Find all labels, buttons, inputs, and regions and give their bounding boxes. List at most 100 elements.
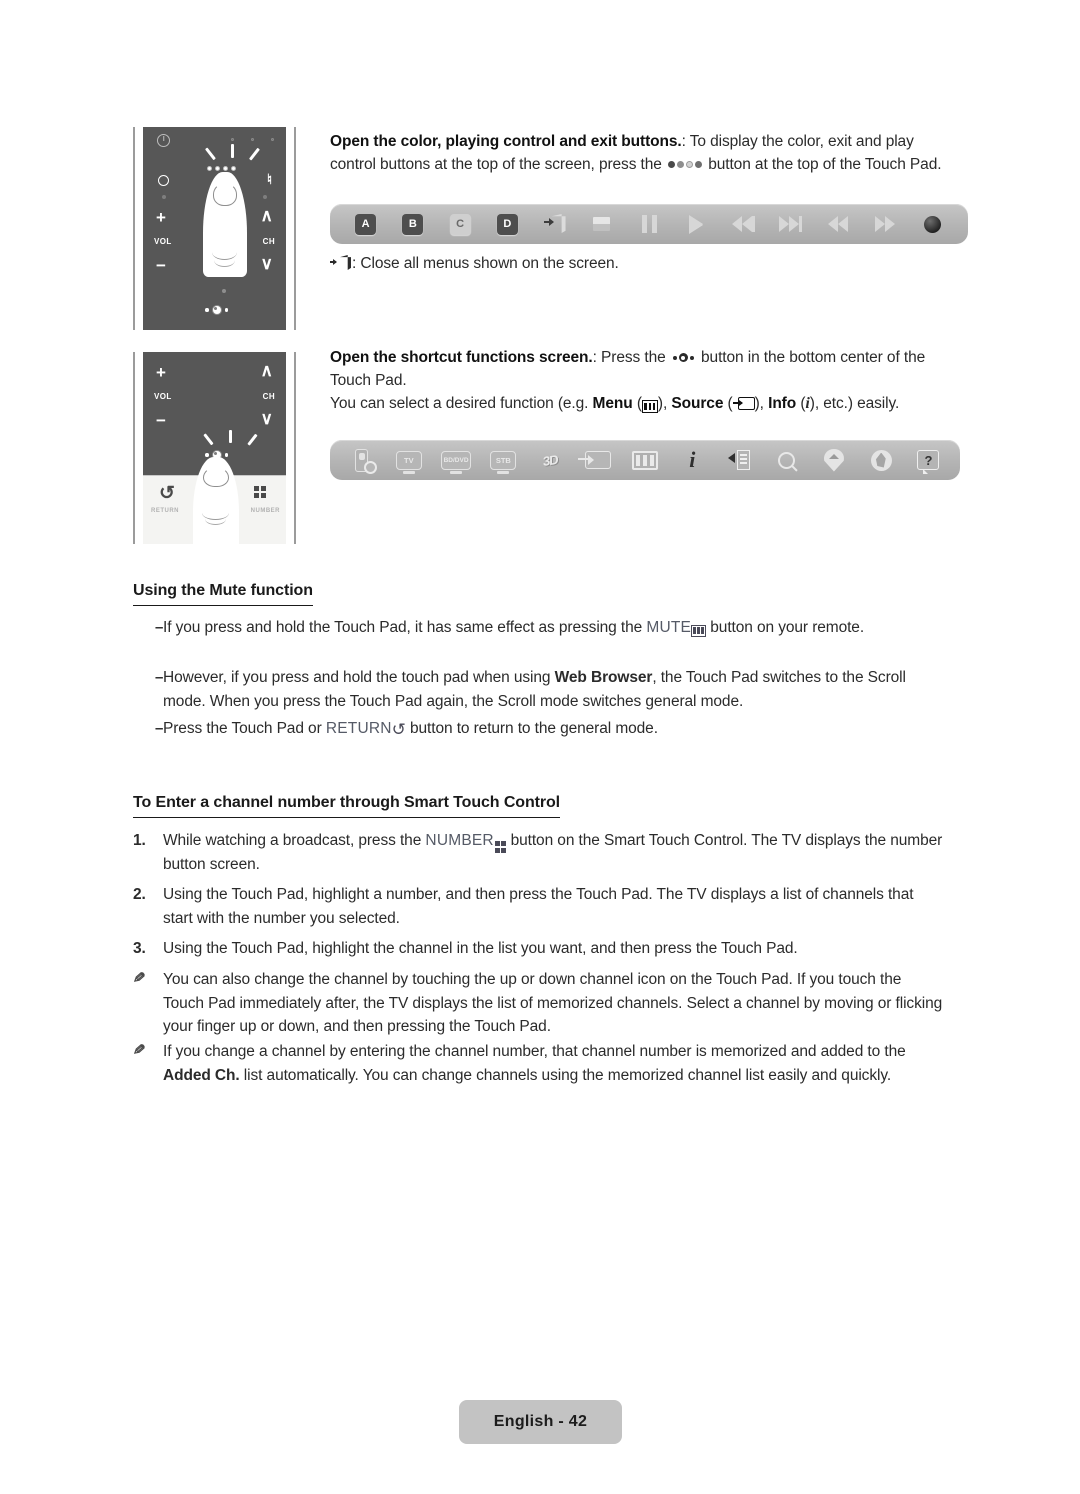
figure-remote-touchpad-top: ♮ + VOL − ∧ CH ∨ <box>133 127 296 330</box>
list-item: – If you press and hold the Touch Pad, i… <box>133 616 944 640</box>
apps-icon[interactable] <box>858 446 905 474</box>
list-item-body: However, if you press and hold the touch… <box>163 666 944 713</box>
tv-source-icon[interactable]: TV <box>385 446 432 474</box>
list-marker: 2. <box>133 886 146 903</box>
number-icon <box>494 841 507 853</box>
tools-dot <box>263 195 267 199</box>
exit-icon <box>330 255 352 270</box>
return-key-label: RETURN <box>325 720 392 737</box>
info-label: Info <box>768 395 797 412</box>
tap-rays <box>203 144 263 166</box>
color-button-dots-icon <box>668 161 703 169</box>
number-key-label: NUMBER <box>425 832 494 849</box>
list-item-body: Press the Touch Pad or RETURN↺ button to… <box>163 720 658 739</box>
note-item: If you change a channel by entering the … <box>133 1040 944 1087</box>
figure-remote-touchpad-bottom: + VOL − ∧ CH ∨ ↺ RETURN NUMBER <box>133 352 296 544</box>
list-marker: 1. <box>133 832 146 849</box>
record-icon[interactable] <box>909 215 956 233</box>
color-button-a[interactable]: A <box>342 213 389 235</box>
finger-illustration <box>203 172 247 277</box>
text-after-key: button to return to the general mode. <box>405 720 658 737</box>
channel-down-glyph: ∨ <box>260 254 273 273</box>
channel-up-glyph: ∧ <box>260 206 273 225</box>
power-icon <box>157 134 170 147</box>
source-close-paren: ), <box>754 395 769 412</box>
bold-term: Web Browser <box>554 669 653 686</box>
led-hole <box>231 138 234 141</box>
list-item-body: Using the Touch Pad, highlight a number,… <box>163 886 914 927</box>
note-marker <box>133 1040 163 1087</box>
exit-note-text: : Close all menus shown on the screen. <box>352 255 619 272</box>
list-marker: – <box>155 720 164 737</box>
search-icon[interactable] <box>763 446 810 474</box>
info-open-paren: ( <box>796 395 806 412</box>
color-button-b[interactable]: B <box>389 213 436 235</box>
text-before-key: If you press and hold the Touch Pad, it … <box>163 619 647 636</box>
note-body: You can also change the channel by touch… <box>163 971 943 1035</box>
fast-forward-icon[interactable] <box>862 216 909 232</box>
previous-icon[interactable] <box>720 216 767 232</box>
volume-down-glyph: − <box>156 411 166 430</box>
exit-icon[interactable] <box>531 214 578 234</box>
shortcut-functions-bar[interactable]: TV BD/DVD STB 3D i ? <box>330 440 960 480</box>
playing-control-bar[interactable]: A B C D <box>330 204 968 244</box>
list-item: – Press the Touch Pad or RETURN↺ button … <box>133 717 944 741</box>
bd-dvd-source-icon[interactable]: BD/DVD <box>432 446 479 474</box>
paragraph-shortcut-lead: Open the shortcut functions screen. <box>330 349 593 366</box>
list-marker: 3. <box>133 940 146 957</box>
list-item: 1. While watching a broadcast, press the… <box>133 829 944 876</box>
channel-up-glyph: ∧ <box>260 361 273 380</box>
stb-source-icon[interactable]: STB <box>480 446 527 474</box>
number-icon <box>254 486 266 498</box>
source-label: Source <box>671 395 724 412</box>
heading-enter-channel-number: To Enter a channel number through Smart … <box>133 794 560 818</box>
pause-icon[interactable] <box>625 215 672 233</box>
menu-close-paren: ), <box>657 395 672 412</box>
paragraph-color-buttons-text2: button at the top of the Touch Pad. <box>704 156 942 173</box>
list-item: 2. Using the Touch Pad, highlight a numb… <box>133 883 944 930</box>
heading-using-mute-function: Using the Mute function <box>133 582 313 606</box>
menu-label: Menu <box>592 395 633 412</box>
volume-up-glyph: + <box>156 208 166 227</box>
source-icon[interactable] <box>574 446 621 474</box>
recent-dot <box>162 195 166 199</box>
next-icon[interactable] <box>767 216 814 232</box>
paragraph-shortcut-text3: You can select a desired function (e.g. <box>330 395 593 412</box>
info-icon[interactable]: i <box>669 446 716 474</box>
paragraph-shortcut: Open the shortcut functions screen.: Pre… <box>330 346 944 415</box>
page-footer-label: English - 42 <box>459 1400 622 1444</box>
text-before-bold: If you change a channel by entering the … <box>163 1043 906 1060</box>
color-button-d[interactable]: D <box>484 213 531 235</box>
paragraph-shortcut-text1: : Press the <box>592 349 670 366</box>
volume-down-glyph: − <box>156 256 166 275</box>
stop-icon[interactable] <box>578 217 625 231</box>
volume-up-glyph: + <box>156 363 166 382</box>
shortcut-button-dots-icon <box>672 353 694 363</box>
source-open-paren: ( <box>723 395 733 412</box>
list-item-body: If you press and hold the Touch Pad, it … <box>163 616 944 640</box>
remote-body: ♮ + VOL − ∧ CH ∨ <box>143 127 286 330</box>
manual-page: ♮ + VOL − ∧ CH ∨ + VOL − ∧ CH ∨ ↺ RETURN… <box>0 0 1080 1494</box>
three-d-icon[interactable]: 3D <box>527 446 574 474</box>
play-icon[interactable] <box>673 215 720 233</box>
rewind-icon[interactable] <box>814 216 861 232</box>
pencil-icon <box>133 971 150 986</box>
recent-icon <box>158 175 169 186</box>
shortcut-button-dots <box>205 305 228 315</box>
menu-icon[interactable] <box>621 446 668 474</box>
lower-dot <box>222 289 226 293</box>
color-button-c[interactable]: C <box>436 213 483 235</box>
mute-icon <box>691 624 707 637</box>
menu-icon <box>641 400 658 413</box>
menu-open-paren: ( <box>632 395 642 412</box>
note-marker <box>133 968 163 1039</box>
e-manual-help-icon[interactable]: ? <box>905 446 952 474</box>
list-item: 3. Using the Touch Pad, highlight the ch… <box>133 937 944 961</box>
universal-remote-setup-icon[interactable] <box>338 446 385 474</box>
smart-hub-home-icon[interactable] <box>810 446 857 474</box>
text-before-bold: However, if you press and hold the touch… <box>163 669 555 686</box>
ch-label: CH <box>262 392 275 401</box>
channel-down-glyph: ∨ <box>260 409 273 428</box>
history-back-icon[interactable] <box>716 446 763 474</box>
number-label: NUMBER <box>250 508 280 514</box>
